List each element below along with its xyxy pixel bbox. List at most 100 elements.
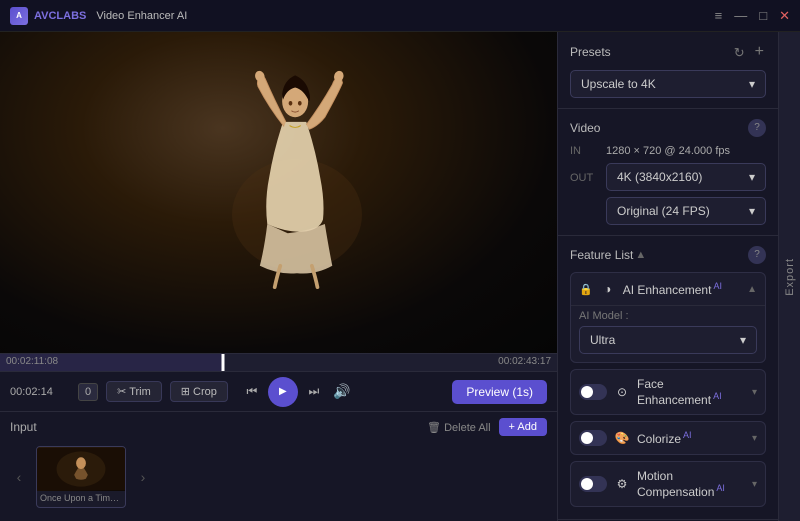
left-panel: 00:02:11:08 00:02:43:17 00:02:14 0 ✂ Tri… — [0, 32, 558, 521]
video-help-button[interactable]: ? — [748, 119, 766, 137]
video-fps-row: Original (24 FPS) — [606, 197, 766, 225]
input-actions: 🗑 Delete All + Add — [427, 418, 547, 436]
ai-enhancement-header[interactable]: 🔒 ◑ AI EnhancementAI ▲ — [571, 273, 765, 305]
feature-list-section: Feature List ▲ ? 🔒 ◑ AI EnhancementAI ▲ — [558, 236, 778, 520]
close-button[interactable]: ✕ — [779, 9, 790, 22]
lock-icon: 🔒 — [579, 283, 593, 296]
collapse-icon[interactable]: ▲ — [635, 249, 646, 261]
video-out-label: OUT — [570, 172, 598, 184]
video-header: Video ? — [570, 119, 766, 137]
prev-thumbnail-button[interactable]: ‹ — [10, 468, 28, 486]
face-enhancement-icon: ⊙ — [613, 383, 631, 401]
feature-list-help-button[interactable]: ? — [748, 246, 766, 264]
presets-dropdown[interactable]: Upscale to 4K — [570, 70, 766, 98]
timeline-thumb[interactable] — [221, 354, 224, 371]
video-title: Video — [570, 121, 600, 135]
ai-model-value: Ultra — [590, 333, 615, 347]
ai-enhancement-icon: ◑ — [599, 280, 617, 298]
input-label: Input — [10, 420, 37, 434]
thumbnail-image — [37, 447, 125, 491]
ai-badge: AI — [713, 281, 722, 291]
face-enhancement-item: ⊙ Face EnhancementAI ▾ — [570, 369, 766, 415]
colorize-icon: 🎨 — [613, 429, 631, 447]
presets-header: Presets ↻ + — [570, 42, 766, 62]
maximize-button[interactable]: □ — [759, 9, 767, 22]
app-logo: A AVCLABS Video Enhancer AI — [10, 7, 187, 25]
ai-enhancement-item: 🔒 ◑ AI EnhancementAI ▲ AI Model : Ultra — [570, 272, 766, 363]
video-out-row: OUT 4K (3840x2160) — [570, 163, 766, 191]
ai-model-label: AI Model : — [579, 310, 757, 322]
play-button[interactable]: ▶ — [268, 377, 298, 407]
next-thumbnail-button[interactable]: › — [134, 468, 152, 486]
face-enhancement-name: Face EnhancementAI — [637, 377, 746, 407]
video-resolution-value: 4K (3840x2160) — [617, 170, 702, 184]
motion-compensation-toggle[interactable] — [579, 476, 607, 492]
menu-icon[interactable]: ≡ — [715, 9, 723, 22]
chevron-down-icon-fps — [749, 204, 755, 218]
colorize-toggle[interactable] — [579, 430, 607, 446]
input-header: Input 🗑 Delete All + Add — [10, 418, 547, 436]
ai-enhancement-expand-icon[interactable]: ▲ — [747, 284, 757, 295]
presets-section: Presets ↻ + Upscale to 4K — [558, 32, 778, 109]
transport-controls: ⏮ ▶ ⏭ 🔊 — [240, 377, 354, 407]
feature-list-header: Feature List ▲ ? — [570, 246, 766, 264]
input-section: Input 🗑 Delete All + Add ‹ — [0, 411, 557, 521]
time-display: 00:02:14 — [10, 386, 70, 398]
thumbnail-item[interactable]: Once Upon a Time in ... — [36, 446, 126, 508]
presets-refresh-button[interactable]: ↻ — [732, 44, 747, 61]
ai-enhancement-body: AI Model : Ultra — [571, 305, 765, 362]
video-frame — [0, 32, 557, 353]
timeline[interactable]: 00:02:11:08 00:02:43:17 — [0, 353, 557, 371]
motion-ai-badge: AI — [716, 483, 725, 493]
chevron-down-icon — [749, 77, 755, 91]
face-enhancement-header[interactable]: ⊙ Face EnhancementAI ▾ — [571, 370, 765, 414]
ai-enhancement-name: AI EnhancementAI — [623, 281, 741, 297]
titlebar: A AVCLABS Video Enhancer AI ≡ — □ ✕ — [0, 0, 800, 32]
logo-icon: A — [10, 7, 28, 25]
main-content: 00:02:11:08 00:02:43:17 00:02:14 0 ✂ Tri… — [0, 32, 800, 521]
export-sidebar[interactable]: Export — [778, 32, 800, 521]
dancer-figure — [207, 32, 387, 289]
feature-list-title: Feature List — [570, 248, 633, 262]
next-frame-button[interactable]: ⏭ — [302, 380, 326, 404]
colorize-item: 🎨 ColorizeAI ▾ — [570, 421, 766, 455]
minimize-button[interactable]: — — [734, 9, 747, 22]
presets-add-button[interactable]: + — [753, 42, 766, 62]
add-button[interactable]: + Add — [499, 418, 547, 436]
video-fps-dropdown[interactable]: Original (24 FPS) — [606, 197, 766, 225]
video-fps-value: Original (24 FPS) — [617, 204, 710, 218]
window-controls: ≡ — □ ✕ — [715, 9, 790, 22]
crop-button[interactable]: ⊞ Crop — [170, 381, 228, 402]
chevron-down-icon-res — [749, 170, 755, 184]
colorize-name: ColorizeAI — [637, 430, 746, 446]
preview-button[interactable]: Preview (1s) — [452, 380, 547, 404]
trim-button[interactable]: ✂ Trim — [106, 381, 162, 402]
thumbnail-title: Once Upon a Time in ... — [37, 491, 125, 505]
dancer-scene — [0, 32, 557, 353]
chevron-down-icon-model — [740, 333, 746, 347]
video-in-row: IN 1280 × 720 @ 24.000 fps — [570, 145, 766, 157]
prev-frame-button[interactable]: ⏮ — [240, 380, 264, 404]
timeline-time-right: 00:02:43:17 — [498, 356, 551, 367]
face-enhancement-toggle[interactable] — [579, 384, 607, 400]
motion-compensation-header[interactable]: ⚙ Motion CompensationAI ▾ — [571, 462, 765, 506]
delete-all-button[interactable]: 🗑 Delete All — [427, 421, 491, 434]
video-player — [0, 32, 557, 353]
export-label: Export — [784, 258, 796, 296]
video-in-value: 1280 × 720 @ 24.000 fps — [606, 145, 730, 157]
video-section: Video ? IN 1280 × 720 @ 24.000 fps OUT 4… — [558, 109, 778, 236]
motion-compensation-icon: ⚙ — [613, 475, 631, 493]
volume-button[interactable]: 🔊 — [330, 380, 354, 404]
colorize-header[interactable]: 🎨 ColorizeAI ▾ — [571, 422, 765, 454]
app-name: AVCLABS — [34, 10, 86, 22]
right-panel: Presets ↻ + Upscale to 4K Video ? — [558, 32, 778, 521]
ai-model-dropdown[interactable]: Ultra — [579, 326, 757, 354]
colorize-ai-badge: AI — [683, 430, 692, 440]
motion-compensation-expand-icon[interactable]: ▾ — [752, 479, 757, 490]
face-enhancement-expand-icon[interactable]: ▾ — [752, 387, 757, 398]
video-resolution-dropdown[interactable]: 4K (3840x2160) — [606, 163, 766, 191]
motion-compensation-name: Motion CompensationAI — [637, 469, 746, 499]
colorize-expand-icon[interactable]: ▾ — [752, 433, 757, 444]
controls-bar: 00:02:14 0 ✂ Trim ⊞ Crop ⏮ ▶ ⏭ 🔊 Preview… — [0, 371, 557, 411]
presets-selected: Upscale to 4K — [581, 77, 656, 91]
